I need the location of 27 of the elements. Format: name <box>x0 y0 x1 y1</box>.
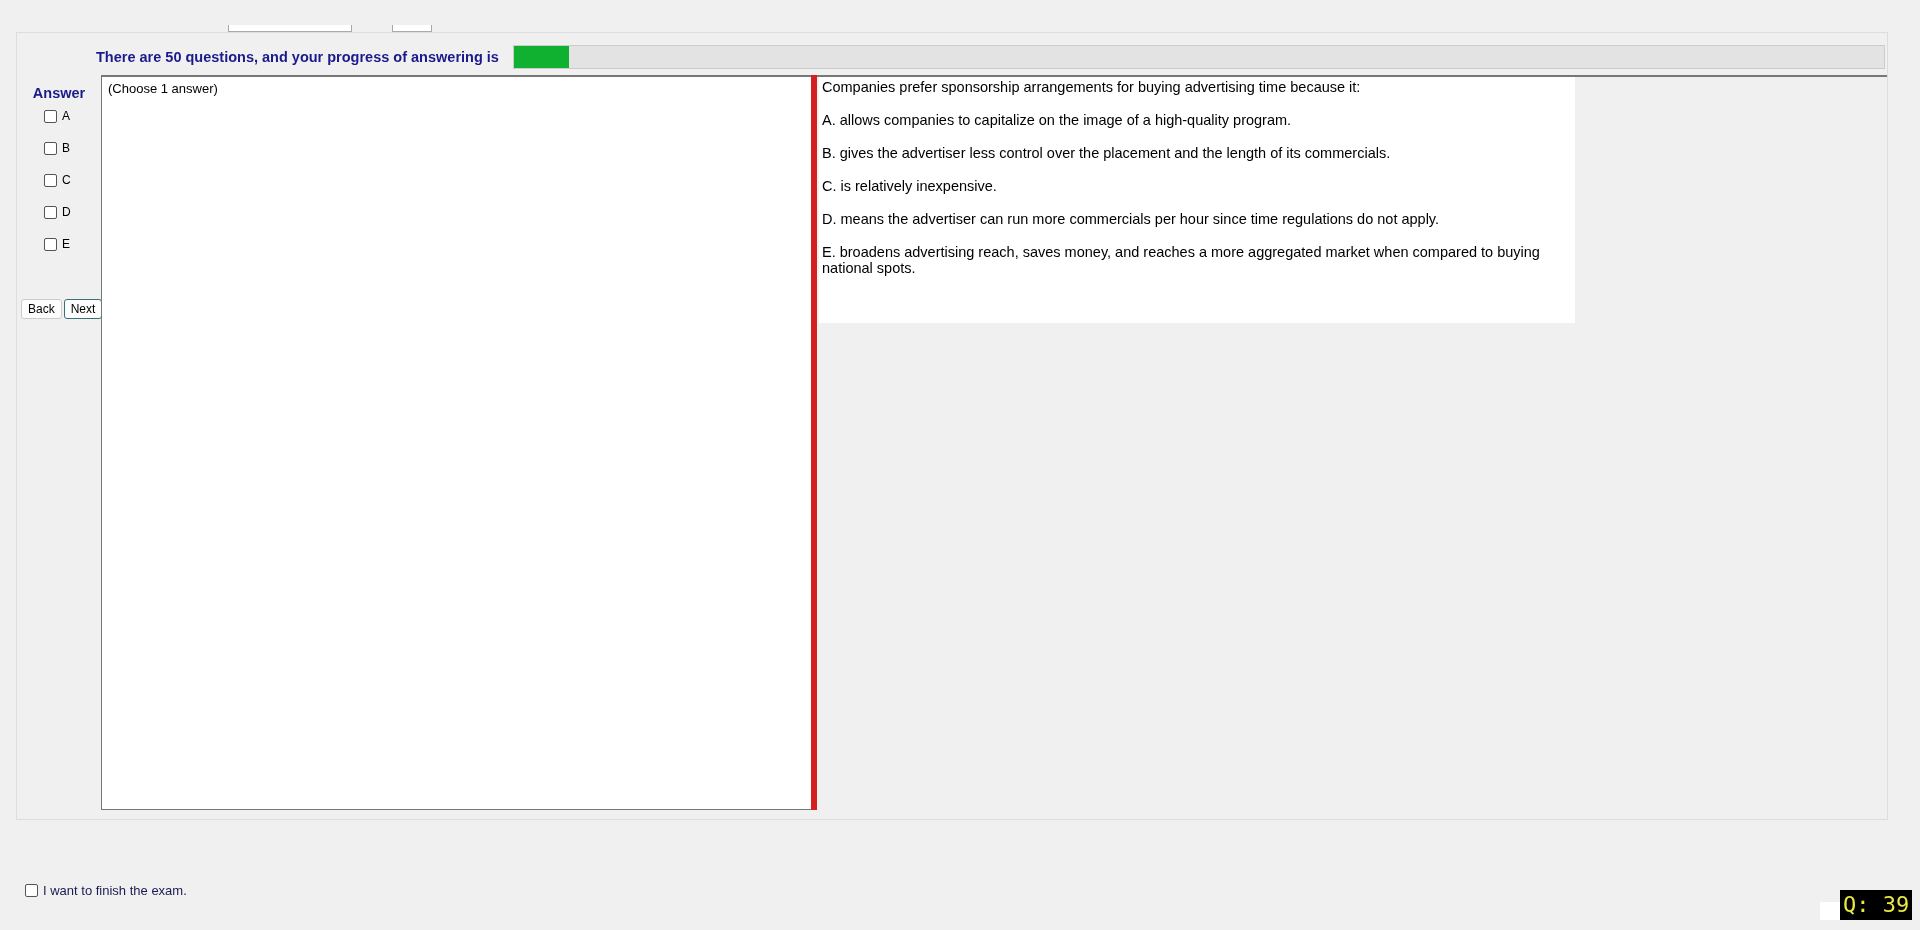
input-field[interactable] <box>1820 902 1842 920</box>
progress-label: There are 50 questions, and your progress of answering is <box>96 49 499 65</box>
checkbox[interactable] <box>44 205 57 219</box>
checkbox[interactable] <box>25 884 38 897</box>
next-button[interactable]: Next <box>63 299 103 319</box>
option-label: A <box>62 109 70 123</box>
answer-choice: A. allows companies to capitalize on the image of a high-quality program. <box>822 112 1293 128</box>
back-button[interactable]: Back <box>21 299 62 319</box>
checkbox[interactable] <box>44 237 57 251</box>
option-label: B <box>62 141 70 155</box>
checkbox[interactable] <box>44 173 57 187</box>
answer-choice: B. gives the advertiser less control over the placement and the length of its commercials. <box>822 145 1392 161</box>
answer-hint: (Choose 1 answer) <box>108 81 218 96</box>
question-counter: Q: 39 <box>1840 890 1913 920</box>
answer-choice: E. broadens advertising reach, saves money, and reaches a more aggregated market when compared to buying national spots. <box>822 244 1541 276</box>
text-field[interactable] <box>228 25 352 32</box>
finish-label: I want to finish the exam. <box>43 883 187 898</box>
checkbox[interactable] <box>44 109 57 123</box>
answer-heading: Answer <box>32 85 86 101</box>
option-label: E <box>62 237 70 251</box>
answer-choice: C. is relatively inexpensive. <box>822 178 998 194</box>
answer-choice: D. means the advertiser can run more commercials per hour since time regulations do not apply. <box>822 211 1441 227</box>
option-label: D <box>62 205 71 219</box>
option-label: C <box>62 173 71 187</box>
checkbox[interactable] <box>44 141 57 155</box>
question-text: Companies prefer sponsorship arrangements for buying advertising time because it: <box>822 79 1362 95</box>
text-field[interactable] <box>392 25 432 32</box>
